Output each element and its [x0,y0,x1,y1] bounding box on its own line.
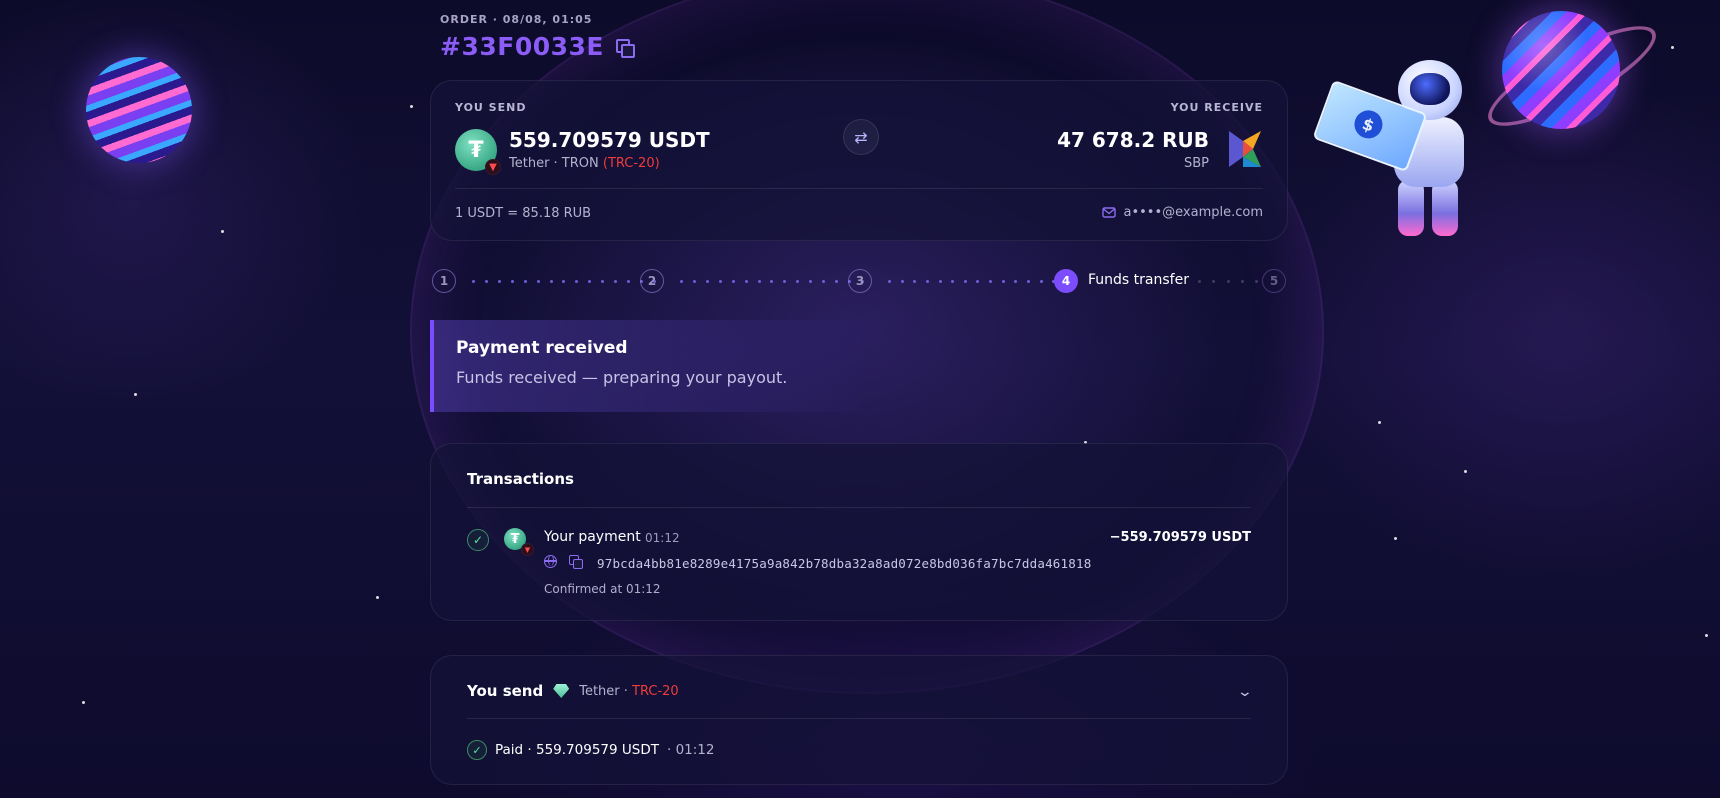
star [134,393,137,396]
email: a••••@example.com [1123,205,1264,220]
you-send-divider [467,718,1251,719]
you-send-card[interactable]: You send Tether · TRC-20 ⌄ ✓ Paid · 559.… [430,655,1288,785]
paid-text: Paid · 559.709579 USDT [495,742,659,758]
order-meta: ORDER · 08/08, 01:05 [440,13,593,26]
send-amount: 559.709579 USDT [509,128,710,152]
payment-status-alert: Payment received Funds received — prepar… [430,320,860,412]
planet-illustration-left [86,57,192,163]
dollar-icon: $ [1350,106,1387,143]
step-4-active: 4 [1054,269,1078,293]
transactions-title: Transactions [467,470,574,488]
step-5: 5 [1262,269,1286,293]
alert-text: Funds received — preparing your payout. [456,368,788,387]
step-connector [1198,280,1258,283]
star [1378,421,1381,424]
tron-icon: ▼ [485,159,501,175]
swap-icon[interactable]: ⇄ [843,119,879,155]
paid-row: ✓ Paid · 559.709579 USDT · 01:12 [467,740,714,760]
sbp-logo-icon [1229,131,1261,167]
tether-icon [553,684,570,698]
transaction-hash[interactable]: 97bcda4bb81e8289e4175a9a842b78dba32a8ad0… [597,556,1091,571]
star [1705,634,1708,637]
transactions-card: Transactions ✓ ₮ ▼ Your payment 01:12 −5… [430,443,1288,621]
receive-amount: 47 678.2 RUB [1057,128,1209,152]
star [221,230,224,233]
receive-method: SBP [1183,156,1209,171]
astronaut-illustration: $ [1312,55,1470,240]
chevron-down-icon[interactable]: ⌄ [1237,684,1253,700]
progress-stepper: 1 2 3 4 Funds transfer 5 [430,268,1288,294]
astronaut-leg [1398,180,1424,236]
star [376,596,379,599]
step-connector [472,280,656,283]
star [82,701,85,704]
send-block: YOU SEND [455,101,526,114]
exchange-rate: 1 USDT = 85.18 RUB [455,206,592,221]
star [1671,46,1674,49]
star [1464,470,1467,473]
paid-time: · 01:12 [666,742,715,758]
email-row: a••••@example.com [1101,205,1264,220]
order-id: #33F0033E [440,32,604,61]
summary-divider [455,188,1263,189]
you-send-title: You send [467,682,544,700]
order-summary-card: YOU SEND ₮ ▼ 559.709579 USDT Tether · TR… [430,80,1288,241]
planet-illustration-right [1502,11,1620,129]
you-send-coin: Tether · [579,683,628,699]
step-2: 2 [640,269,664,293]
transactions-divider [467,507,1251,508]
copy-hash-icon[interactable] [569,555,583,569]
mail-icon [1101,207,1116,218]
active-step-label: Funds transfer [1088,272,1189,288]
star [410,105,413,108]
receive-label: YOU RECEIVE [1170,101,1263,114]
you-send-network: TRC-20 [632,683,679,699]
alert-title: Payment received [456,338,628,358]
astronaut-visor [1410,73,1450,105]
globe-icon[interactable] [544,555,557,568]
tron-icon: ▼ [521,543,534,556]
copy-icon[interactable] [615,38,635,58]
step-connector [680,280,864,283]
you-send-meta: Tether · TRC-20 [579,684,678,699]
order-id-row: #33F0033E [440,32,635,61]
check-icon: ✓ [467,740,487,760]
send-coin-network: Tether · TRON (TRC-20) [509,156,660,171]
receive-block: YOU RECEIVE [1171,101,1263,114]
transaction-confirmed: Confirmed at 01:12 [544,582,661,596]
transaction-amount: −559.709579 USDT [1109,530,1251,545]
check-icon: ✓ [467,529,489,551]
you-send-header[interactable]: You send Tether · TRC-20 [467,682,679,700]
step-connector [888,280,1068,283]
transaction-title: Your payment [544,529,641,545]
transaction-time: 01:12 [645,531,680,545]
send-coin: Tether · TRON [509,156,599,171]
send-label: YOU SEND [455,101,527,114]
star [1394,537,1397,540]
step-3: 3 [848,269,872,293]
send-network: (TRC-20) [602,156,660,171]
step-1: 1 [432,269,456,293]
astronaut-leg [1432,180,1458,236]
